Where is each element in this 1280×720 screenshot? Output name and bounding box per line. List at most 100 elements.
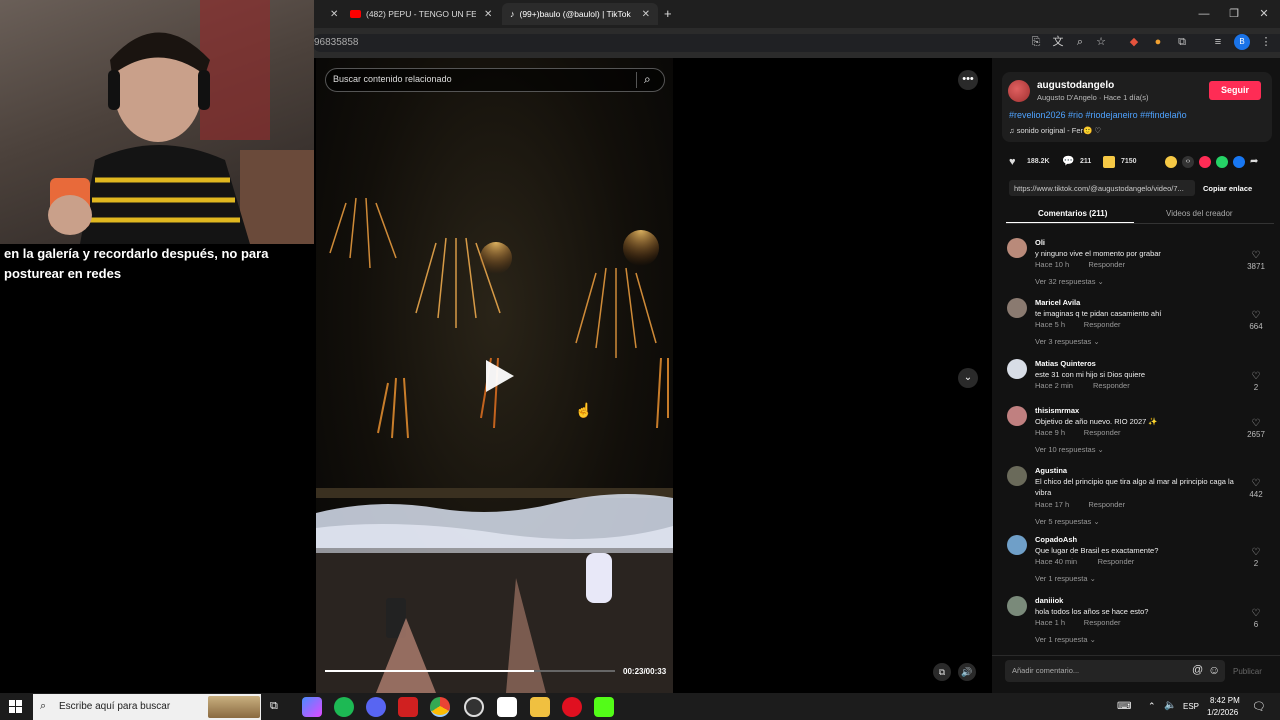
reply-button[interactable]: Responder bbox=[1093, 381, 1130, 390]
avatar[interactable] bbox=[1008, 80, 1030, 102]
pip-icon[interactable]: ⧉ bbox=[933, 663, 951, 681]
coin-icon[interactable] bbox=[1165, 156, 1177, 168]
heart-icon[interactable]: ♡ bbox=[1250, 418, 1262, 429]
bookmark-star-icon[interactable]: ☆ bbox=[1093, 34, 1109, 50]
copy-link-button[interactable]: Copiar enlace bbox=[1203, 184, 1252, 193]
keyboard-icon[interactable]: ⌨ bbox=[1117, 701, 1131, 712]
facebook-icon[interactable] bbox=[1233, 156, 1245, 168]
windows-start-icon[interactable] bbox=[9, 700, 22, 713]
comment-author[interactable]: Agustina bbox=[1035, 466, 1067, 475]
heart-icon[interactable]: ♥ bbox=[1009, 156, 1021, 168]
view-replies-button[interactable]: Ver 32 respuestas ⌄ bbox=[1035, 277, 1104, 286]
reply-button[interactable]: Responder bbox=[1084, 428, 1121, 437]
kick-icon[interactable] bbox=[594, 697, 614, 717]
avatar[interactable] bbox=[1007, 535, 1027, 555]
capcut-icon[interactable] bbox=[497, 697, 517, 717]
clock-time[interactable]: 8:42 PM bbox=[1210, 696, 1240, 705]
obs-icon[interactable] bbox=[464, 697, 484, 717]
task-view-icon[interactable]: ⧉ bbox=[270, 700, 278, 713]
chevron-up-icon[interactable]: ⌃ bbox=[1148, 701, 1156, 712]
new-tab-button[interactable]: + bbox=[664, 6, 672, 21]
heart-icon[interactable]: ♡ bbox=[1250, 478, 1262, 489]
related-search-input[interactable]: Buscar contenido relacionado bbox=[333, 74, 452, 84]
reply-button[interactable]: Responder bbox=[1084, 320, 1121, 329]
view-replies-button[interactable]: Ver 3 respuestas ⌄ bbox=[1035, 337, 1100, 346]
comment-author[interactable]: daniiiok bbox=[1035, 596, 1063, 605]
browser-tab-tiktok[interactable]: ♪ (99+)baulo (@baulol) | TikTok ✕ bbox=[502, 3, 658, 25]
embed-icon[interactable]: ‹› bbox=[1182, 156, 1194, 168]
heart-icon[interactable]: ♡ bbox=[1250, 371, 1262, 382]
publish-button[interactable]: Publicar bbox=[1233, 667, 1262, 676]
comment-author[interactable]: thisismrmax bbox=[1035, 406, 1079, 415]
extensions-puzzle-icon[interactable]: ⧉ bbox=[1174, 34, 1190, 50]
heart-icon[interactable]: ♡ bbox=[1250, 608, 1262, 619]
taskbar-search-input[interactable]: Escribe aquí para buscar bbox=[59, 701, 170, 712]
hashtags[interactable]: #revelion2026 #rio #riodejaneiro ##finde… bbox=[1009, 110, 1187, 120]
tab-creator-videos[interactable]: Videos del creador bbox=[1166, 209, 1233, 218]
close-window-button[interactable]: ✕ bbox=[1256, 6, 1272, 22]
follow-button[interactable]: Seguir bbox=[1209, 81, 1261, 100]
sound-link[interactable]: ♫ sonido original - Fer🙂 ♡ bbox=[1009, 126, 1101, 135]
translate-icon[interactable]: 文 bbox=[1050, 34, 1066, 50]
view-replies-button[interactable]: Ver 1 respuesta ⌄ bbox=[1035, 574, 1096, 583]
heart-icon[interactable]: ♡ bbox=[1250, 310, 1262, 321]
view-replies-button[interactable]: Ver 10 respuestas ⌄ bbox=[1035, 445, 1104, 454]
comment-icon[interactable]: 💬 bbox=[1062, 156, 1074, 168]
share-icon[interactable]: ➦ bbox=[1250, 156, 1258, 167]
reading-list-icon[interactable]: ≡ bbox=[1210, 34, 1226, 50]
avatar[interactable] bbox=[1007, 406, 1027, 426]
emoji-icon[interactable]: ☺ bbox=[1208, 663, 1220, 677]
avatar[interactable] bbox=[1007, 359, 1027, 379]
avatar[interactable] bbox=[1007, 466, 1027, 486]
reply-button[interactable]: Responder bbox=[1084, 618, 1121, 627]
voicemeeter-icon[interactable] bbox=[398, 697, 418, 717]
play-icon[interactable] bbox=[478, 356, 518, 396]
minimize-button[interactable]: — bbox=[1196, 6, 1212, 22]
browser-tab-youtube[interactable]: (482) PEPU - TENGO UN FEELIN ✕ bbox=[342, 3, 502, 25]
comment-author[interactable]: Maricel Avila bbox=[1035, 298, 1080, 307]
bookmark-icon[interactable] bbox=[1103, 156, 1115, 168]
creator-handle[interactable]: augustodangelo bbox=[1037, 80, 1114, 91]
search-icon[interactable]: ⌕ bbox=[644, 72, 651, 87]
browser-menu-icon[interactable]: ⋮ bbox=[1258, 34, 1274, 50]
avatar[interactable] bbox=[1007, 298, 1027, 318]
comment-author[interactable]: Matias Quinteros bbox=[1035, 359, 1096, 368]
heart-icon[interactable]: ♡ bbox=[1250, 547, 1262, 558]
file-explorer-icon[interactable] bbox=[530, 697, 550, 717]
extension-icon[interactable]: ● bbox=[1150, 34, 1166, 50]
profile-avatar[interactable]: B bbox=[1234, 34, 1250, 50]
restore-button[interactable]: ❐ bbox=[1226, 6, 1242, 22]
extension-icon[interactable]: ◆ bbox=[1126, 34, 1142, 50]
browser-tab[interactable]: ✕ bbox=[314, 3, 340, 25]
language-indicator[interactable]: ESP bbox=[1183, 702, 1199, 711]
chrome-icon[interactable] bbox=[430, 697, 450, 717]
avatar[interactable] bbox=[1007, 596, 1027, 616]
mention-icon[interactable]: @ bbox=[1192, 664, 1203, 676]
clock-date[interactable]: 1/2/2026 bbox=[1207, 708, 1238, 717]
view-replies-button[interactable]: Ver 1 respuesta ⌄ bbox=[1035, 635, 1096, 644]
next-video-button[interactable]: ⌄ bbox=[958, 368, 978, 388]
comment-author[interactable]: Oli bbox=[1035, 238, 1045, 247]
whatsapp-icon[interactable] bbox=[1216, 156, 1228, 168]
install-icon[interactable]: ⎘ bbox=[1028, 34, 1044, 50]
copilot-icon[interactable] bbox=[302, 697, 322, 717]
close-icon[interactable]: ✕ bbox=[642, 9, 650, 20]
send-icon[interactable] bbox=[1199, 156, 1211, 168]
more-options-button[interactable]: ••• bbox=[958, 70, 978, 90]
close-icon[interactable]: ✕ bbox=[330, 9, 338, 20]
close-icon[interactable]: ✕ bbox=[484, 9, 492, 20]
heart-icon[interactable]: ♡ bbox=[1250, 250, 1262, 261]
spotify-icon[interactable] bbox=[334, 697, 354, 717]
reply-button[interactable]: Responder bbox=[1098, 557, 1135, 566]
zoom-icon[interactable]: ⌕ bbox=[1072, 34, 1088, 50]
tab-comments[interactable]: Comentarios (211) bbox=[1038, 209, 1107, 218]
opera-icon[interactable] bbox=[562, 697, 582, 717]
discord-icon[interactable] bbox=[366, 697, 386, 717]
reply-button[interactable]: Responder bbox=[1088, 500, 1125, 509]
comment-author[interactable]: CopadoAsh bbox=[1035, 535, 1077, 544]
notification-icon[interactable]: 🗨 bbox=[1252, 700, 1266, 713]
volume-icon[interactable]: 🔈 bbox=[1164, 700, 1176, 711]
reply-button[interactable]: Responder bbox=[1088, 260, 1125, 269]
volume-icon[interactable]: 🔊 bbox=[958, 663, 976, 681]
view-replies-button[interactable]: Ver 5 respuestas ⌄ bbox=[1035, 517, 1100, 526]
